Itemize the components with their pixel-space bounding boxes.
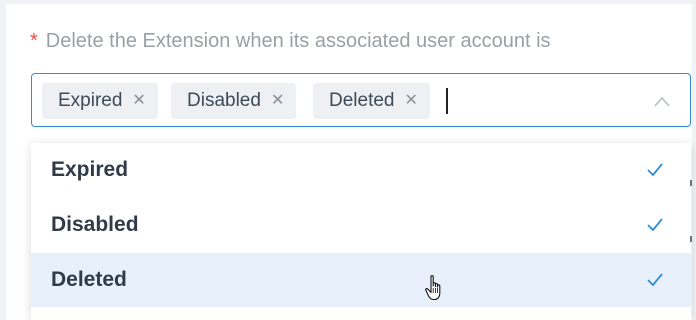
tag-label: Disabled (187, 90, 261, 111)
required-marker: * (30, 30, 38, 52)
field-label-text: Delete the Extension when its associated… (45, 30, 551, 52)
close-icon[interactable]: ✕ (132, 93, 145, 109)
hand-pointer-cursor-icon (425, 275, 441, 301)
checkmark-icon (647, 218, 663, 232)
panel-border-top (0, 0, 696, 4)
form-panel: * Delete the Extension when its associate… (0, 0, 696, 320)
close-icon[interactable]: ✕ (271, 93, 284, 109)
dropdown-menu: Expired Disabled Deleted (31, 143, 691, 320)
text-caret (446, 88, 448, 114)
option-disabled[interactable]: Disabled (31, 198, 691, 252)
option-label: Expired (51, 158, 129, 181)
checkmark-icon (647, 273, 663, 287)
option-deleted[interactable]: Deleted (31, 253, 691, 307)
panel-border-left (0, 0, 6, 320)
panel-border-right (692, 0, 696, 320)
checkmark-icon (647, 163, 663, 177)
tag-label: Expired (58, 90, 123, 111)
field-label: * Delete the Extension when its associate… (30, 30, 551, 53)
background-edge-mark (690, 236, 692, 242)
tag-label: Deleted (329, 90, 395, 111)
close-icon[interactable]: ✕ (405, 93, 418, 109)
option-label: Disabled (51, 213, 139, 236)
tag-deleted: Deleted ✕ (313, 83, 430, 119)
tag-disabled: Disabled ✕ (171, 83, 297, 119)
option-expired[interactable]: Expired (31, 143, 691, 197)
option-label: Deleted (51, 268, 127, 291)
chevron-up-icon[interactable] (652, 92, 672, 112)
account-status-multiselect[interactable]: Expired ✕ Disabled ✕ Deleted ✕ (31, 73, 691, 127)
background-edge-mark (690, 180, 692, 186)
tag-expired: Expired ✕ (42, 83, 158, 119)
